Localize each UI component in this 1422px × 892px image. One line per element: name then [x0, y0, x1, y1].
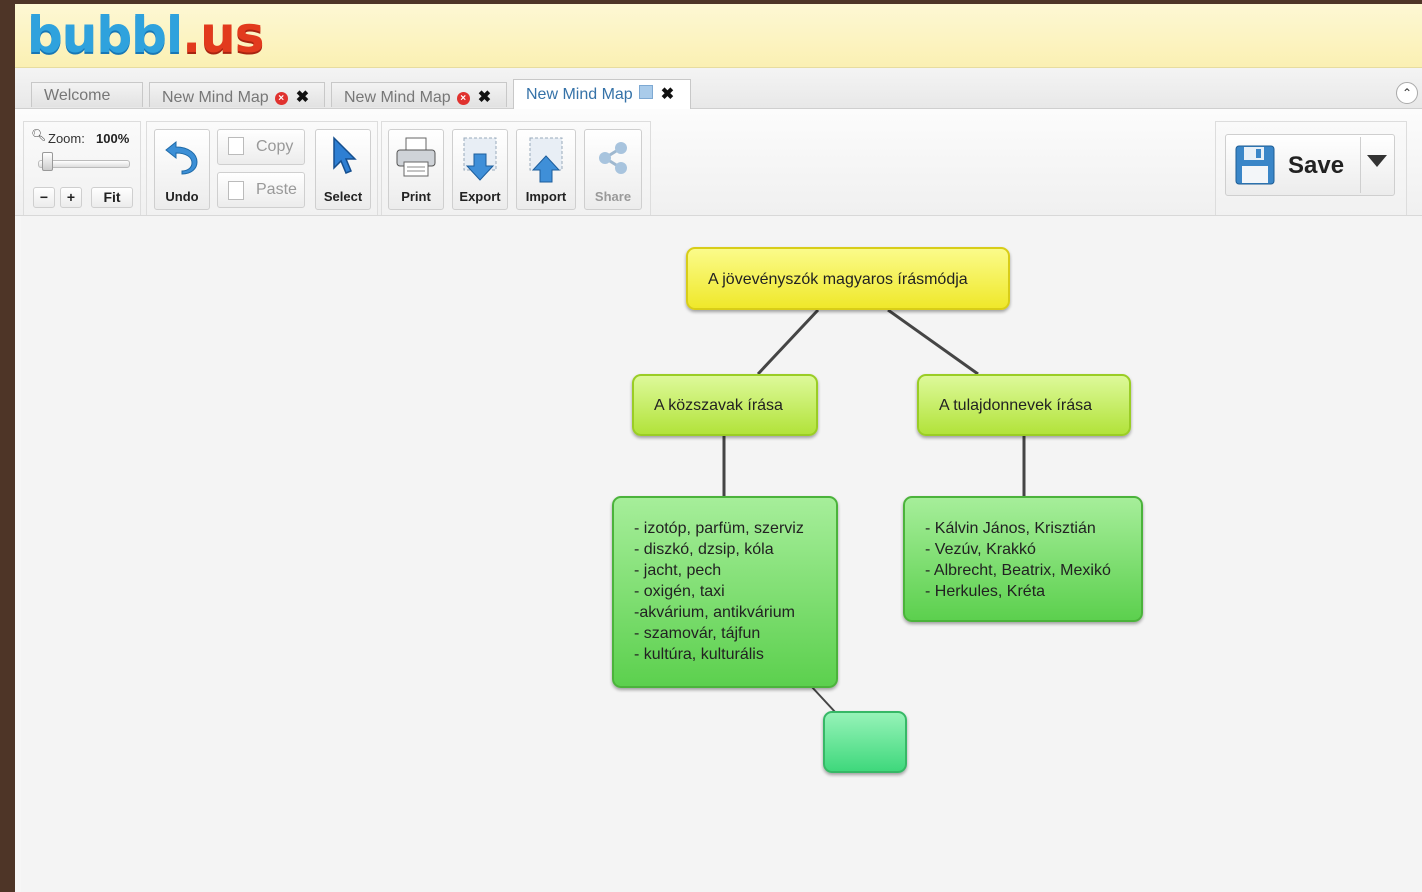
floppy-disk-icon — [1235, 145, 1275, 185]
mind-map-canvas[interactable]: A jövevényszók magyaros írásmódja A közs… — [21, 216, 1422, 892]
node-line: - Vezúv, Krakkó — [925, 541, 1036, 558]
printer-icon — [396, 137, 436, 177]
app-header: bubbl.us — [15, 4, 1422, 68]
tab-label: Welcome — [44, 87, 111, 104]
share-icon — [599, 142, 627, 174]
fit-button[interactable]: Fit — [91, 187, 133, 208]
node-line: - izotóp, parfüm, szerviz — [634, 520, 804, 537]
edit-group: Undo Copy Paste Select — [146, 121, 378, 215]
node-line: - szamovár, tájfun — [634, 625, 761, 642]
import-icon — [529, 137, 563, 183]
mind-map-node-proper-names-examples[interactable]: - Kálvin János, Krisztián - Vezúv, Krakk… — [903, 496, 1143, 622]
copy-label: Copy — [256, 138, 294, 155]
zoom-label: Zoom: — [48, 131, 85, 146]
save-divider — [1360, 137, 1361, 193]
bubblus-logo[interactable]: bubbl.us — [27, 10, 264, 60]
tab-close-icon[interactable]: ✖ — [296, 87, 309, 107]
undo-button[interactable]: Undo — [154, 129, 210, 210]
select-label: Select — [323, 189, 363, 204]
select-button[interactable]: Select — [315, 129, 371, 210]
node-text-lines: - Kálvin János, Krisztián - Vezúv, Krakk… — [925, 518, 1111, 602]
tab-label: New Mind Map — [526, 86, 633, 103]
tab-label: New Mind Map — [162, 89, 269, 106]
undo-label: Undo — [165, 189, 199, 204]
export-label: Export — [459, 189, 501, 204]
import-label: Import — [525, 189, 567, 204]
export-icon — [463, 137, 497, 181]
tab-error-icon: × — [274, 92, 288, 105]
tab-bar: Welcome New Mind Map × ✖ New Mind Map × ✖ Ne… — [15, 68, 1422, 109]
node-text: A tulajdonnevek írása — [939, 397, 1092, 414]
tab-mind-map-1[interactable]: New Mind Map × ✖ — [149, 82, 325, 107]
save-group: Save — [1215, 121, 1407, 215]
import-button[interactable]: Import — [516, 129, 576, 210]
mind-map-node-common-words-examples[interactable]: - izotóp, parfüm, szerviz - diszkó, dzsi… — [612, 496, 838, 688]
tab-close-icon[interactable]: ✖ — [478, 87, 491, 107]
copy-icon — [228, 137, 244, 155]
zoom-out-button[interactable]: − — [33, 187, 55, 208]
undo-icon — [165, 140, 198, 175]
paste-label: Paste — [256, 181, 297, 198]
save-button[interactable]: Save — [1225, 134, 1395, 196]
connector-root-left — [756, 308, 820, 376]
connector-leaf-empty — [810, 685, 837, 714]
tab-mind-map-2[interactable]: New Mind Map × ✖ — [331, 82, 507, 107]
paste-icon — [228, 181, 244, 200]
share-button[interactable]: Share — [584, 129, 642, 210]
export-button[interactable]: Export — [452, 129, 508, 210]
tab-close-icon[interactable]: ✖ — [661, 84, 674, 104]
print-label: Print — [401, 189, 431, 204]
cursor-arrow-icon — [333, 136, 357, 174]
copy-button[interactable]: Copy — [217, 129, 305, 165]
magnifier-icon: 🔍︎ — [31, 128, 47, 142]
node-line: - kultúra, kulturális — [634, 646, 764, 663]
node-text: A közszavak írása — [654, 397, 783, 414]
node-line: -akvárium, antikvárium — [634, 604, 795, 621]
zoom-group: 🔍︎ Zoom: 100% − + Fit — [23, 121, 141, 215]
mind-map-node-common-words[interactable]: A közszavak írása — [632, 374, 818, 436]
node-text-lines: - izotóp, parfüm, szerviz - diszkó, dzsi… — [634, 518, 804, 665]
mind-map-root-node[interactable]: A jövevényszók magyaros írásmódja — [686, 247, 1010, 310]
print-button[interactable]: Print — [388, 129, 444, 210]
node-line: - jacht, pech — [634, 562, 722, 579]
share-label: Share — [594, 189, 632, 204]
save-dropdown-chevron-icon[interactable] — [1367, 155, 1387, 167]
node-line: - Kálvin János, Krisztián — [925, 520, 1096, 537]
mind-map-empty-node[interactable] — [823, 711, 907, 773]
save-label: Save — [1288, 152, 1345, 179]
zoom-slider-handle[interactable] — [42, 152, 53, 171]
tab-restore-icon[interactable] — [638, 85, 653, 99]
mind-map-node-proper-names[interactable]: A tulajdonnevek írása — [917, 374, 1131, 436]
node-line: - Albrecht, Beatrix, Mexikó — [925, 562, 1111, 579]
logo-text-suffix: .us — [182, 6, 264, 64]
tab-error-icon: × — [456, 92, 470, 105]
tab-mind-map-active[interactable]: New Mind Map ✖ — [513, 79, 691, 109]
app-window: bubbl.us Welcome New Mind Map × ✖ New Mind… — [15, 4, 1422, 892]
node-line: - oxigén, taxi — [634, 583, 725, 600]
tab-welcome[interactable]: Welcome — [31, 82, 143, 107]
logo-text-main: bubbl — [27, 6, 183, 64]
zoom-value: 100% — [96, 131, 130, 146]
toolbar: 🔍︎ Zoom: 100% − + Fit Undo Copy Paste Se… — [15, 109, 1422, 216]
paste-button[interactable]: Paste — [217, 172, 305, 208]
output-group: Print Export Import Share — [381, 121, 651, 215]
node-line: - Herkules, Kréta — [925, 583, 1046, 600]
tab-label: New Mind Map — [344, 89, 451, 106]
node-line: - diszkó, dzsip, kóla — [634, 541, 774, 558]
connector-root-right — [887, 308, 979, 376]
collapse-header-button[interactable]: ⌃ — [1396, 82, 1418, 104]
zoom-in-button[interactable]: + — [60, 187, 82, 208]
node-text: A jövevényszók magyaros írásmódja — [708, 271, 968, 288]
